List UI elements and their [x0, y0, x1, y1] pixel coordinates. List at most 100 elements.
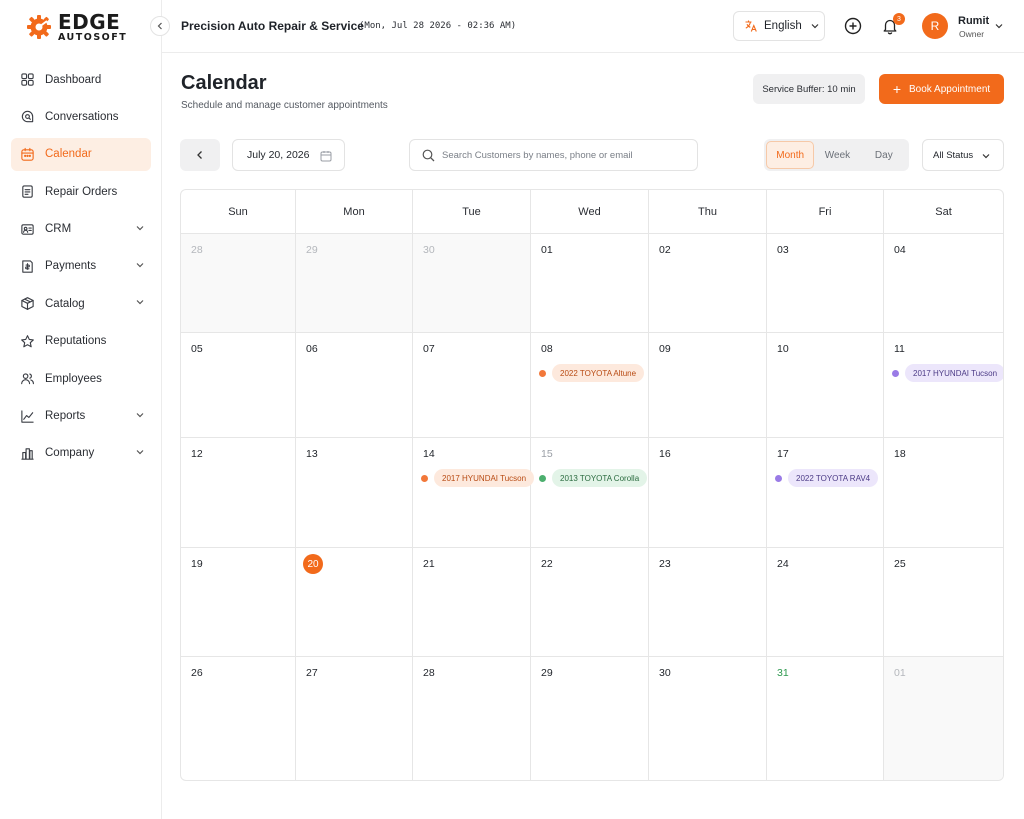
sidebar-item-reputations[interactable]: Reputations — [11, 325, 151, 358]
view-week-button[interactable]: Week — [814, 141, 860, 169]
page-title: Calendar — [181, 72, 267, 94]
search-input[interactable] — [442, 149, 682, 161]
service-buffer-button[interactable]: Service Buffer: 10 min — [753, 74, 865, 104]
chat-search-icon — [19, 109, 35, 125]
appointment-event[interactable]: 2017 HYUNDAI Tucson — [421, 469, 535, 487]
view-toggle: Month Week Day — [764, 139, 909, 171]
calendar-day-cell[interactable]: 13 — [296, 438, 413, 548]
collapse-sidebar-button[interactable] — [150, 16, 170, 36]
calendar-day-cell[interactable]: 24 — [767, 548, 884, 657]
date-picker[interactable]: July 20, 2026 — [232, 139, 345, 171]
weekday-sun: Sun — [181, 190, 296, 234]
appointment-event[interactable]: 2022 TOYOTA Altune — [539, 364, 645, 382]
calendar-day-cell[interactable]: 11 2017 HYUNDAI Tucson — [884, 333, 1003, 438]
weekday-header: Sun Mon Tue Wed Thu Fri Sat — [181, 190, 1003, 234]
user-name[interactable]: Rumit — [958, 15, 989, 27]
day-number: 17 — [777, 448, 789, 460]
calendar-day-cell[interactable]: 29 — [531, 657, 649, 780]
view-day-button[interactable]: Day — [861, 141, 907, 169]
calendar-day-cell[interactable]: 07 — [413, 333, 531, 438]
appointment-event[interactable]: 2013 TOYOTA Corolla — [539, 469, 648, 487]
book-appointment-button[interactable]: + Book Appointment — [879, 74, 1004, 104]
calendar-day-cell[interactable]: 19 — [181, 548, 296, 657]
chevron-down-icon[interactable] — [994, 21, 1004, 31]
calendar-day-cell[interactable]: 01 — [531, 234, 649, 333]
event-label: 2022 TOYOTA RAV4 — [788, 469, 879, 487]
add-circle-icon[interactable] — [844, 17, 862, 35]
calendar-day-cell[interactable]: 27 — [296, 657, 413, 780]
calendar-day-cell[interactable]: 12 — [181, 438, 296, 548]
calendar-day-cell[interactable]: 15 2013 TOYOTA Corolla — [531, 438, 649, 548]
invoice-icon — [19, 258, 35, 274]
day-number: 05 — [191, 343, 203, 355]
sidebar-item-catalog[interactable]: Catalog — [11, 287, 151, 320]
calendar-day-cell[interactable]: 08 2022 TOYOTA Altune — [531, 333, 649, 438]
appointment-event[interactable]: 2017 HYUNDAI Tucson — [892, 364, 1003, 382]
status-filter-label: All Status — [933, 149, 974, 161]
language-selector[interactable]: English — [733, 11, 825, 41]
appointment-event[interactable]: 2022 TOYOTA RAV4 — [775, 469, 879, 487]
sidebar-item-dashboard[interactable]: Dashboard — [11, 63, 151, 96]
calendar-day-cell[interactable]: 20 — [296, 548, 413, 657]
sidebar-item-calendar[interactable]: Calendar — [11, 137, 151, 171]
day-number: 11 — [894, 343, 905, 355]
day-number: 21 — [423, 558, 435, 570]
event-status-dot — [421, 474, 428, 482]
calendar-day-cell[interactable]: 31 — [767, 657, 884, 780]
calendar-day-cell[interactable]: 18 — [884, 438, 1003, 548]
calendar-day-cell[interactable]: 30 — [413, 234, 531, 333]
chevron-left-icon — [197, 151, 202, 159]
previous-month-button[interactable] — [180, 139, 220, 171]
calendar-day-cell[interactable]: 23 — [649, 548, 767, 657]
day-number: 01 — [894, 667, 906, 679]
sidebar-item-reports[interactable]: Reports — [11, 400, 151, 433]
event-status-dot — [892, 369, 899, 377]
avatar[interactable]: R — [922, 13, 948, 39]
calendar-day-cell[interactable]: 28 — [413, 657, 531, 780]
sidebar-item-conversations[interactable]: Conversations — [11, 100, 151, 133]
day-number: 29 — [541, 667, 553, 679]
calendar-day-cell[interactable]: 03 — [767, 234, 884, 333]
day-number: 07 — [423, 343, 435, 355]
calendar-day-cell[interactable]: 22 — [531, 548, 649, 657]
day-number: 25 — [894, 558, 906, 570]
gear-logo-icon — [27, 15, 51, 39]
sidebar-item-payments[interactable]: Payments — [11, 250, 151, 283]
calendar-day-cell[interactable]: 29 — [296, 234, 413, 333]
calendar-day-cell[interactable]: 02 — [649, 234, 767, 333]
day-number: 23 — [659, 558, 671, 570]
calendar-day-cell[interactable]: 28 — [181, 234, 296, 333]
calendar-day-cell[interactable]: 30 — [649, 657, 767, 780]
calendar-day-cell[interactable]: 04 — [884, 234, 1003, 333]
view-month-button[interactable]: Month — [766, 141, 815, 169]
calendar-day-cell[interactable]: 14 2017 HYUNDAI Tucson — [413, 438, 535, 548]
day-number: 22 — [541, 558, 553, 570]
page-subtitle: Schedule and manage customer appointment… — [181, 100, 388, 111]
calendar-day-cell[interactable]: 01 — [884, 657, 1003, 780]
brand-name: EDGE — [58, 9, 121, 34]
sidebar-item-crm[interactable]: CRM — [11, 213, 151, 246]
today-date: 20 — [303, 554, 323, 574]
calendar-day-cell[interactable]: 17 2022 TOYOTA RAV4 — [767, 438, 884, 548]
book-appointment-label: Book Appointment — [909, 83, 991, 95]
calendar-day-cell[interactable]: 21 — [413, 548, 531, 657]
calendar-day-cell[interactable]: 16 — [649, 438, 767, 548]
calendar-day-cell[interactable]: 26 — [181, 657, 296, 780]
day-number: 02 — [659, 244, 671, 256]
calendar-day-cell[interactable]: 10 — [767, 333, 884, 438]
customer-search[interactable] — [409, 139, 698, 171]
brand-logo[interactable]: EDGE AUTOSOFT — [26, 12, 127, 42]
sidebar-item-employees[interactable]: Employees — [11, 362, 151, 395]
calendar-day-cell[interactable]: 05 — [181, 333, 296, 438]
sidebar-item-repair-orders[interactable]: Repair Orders — [11, 175, 151, 208]
calendar-day-cell[interactable]: 25 — [884, 548, 1003, 657]
calendar-day-cell[interactable]: 06 — [296, 333, 413, 438]
day-number: 01 — [541, 244, 553, 256]
weekday-fri: Fri — [767, 190, 884, 234]
sidebar-item-company[interactable]: Company — [11, 437, 151, 470]
calendar-day-cell[interactable]: 09 — [649, 333, 767, 438]
day-number: 30 — [423, 244, 435, 256]
day-number: 04 — [894, 244, 906, 256]
status-filter[interactable]: All Status — [922, 139, 1004, 171]
selected-date: July 20, 2026 — [247, 149, 310, 161]
